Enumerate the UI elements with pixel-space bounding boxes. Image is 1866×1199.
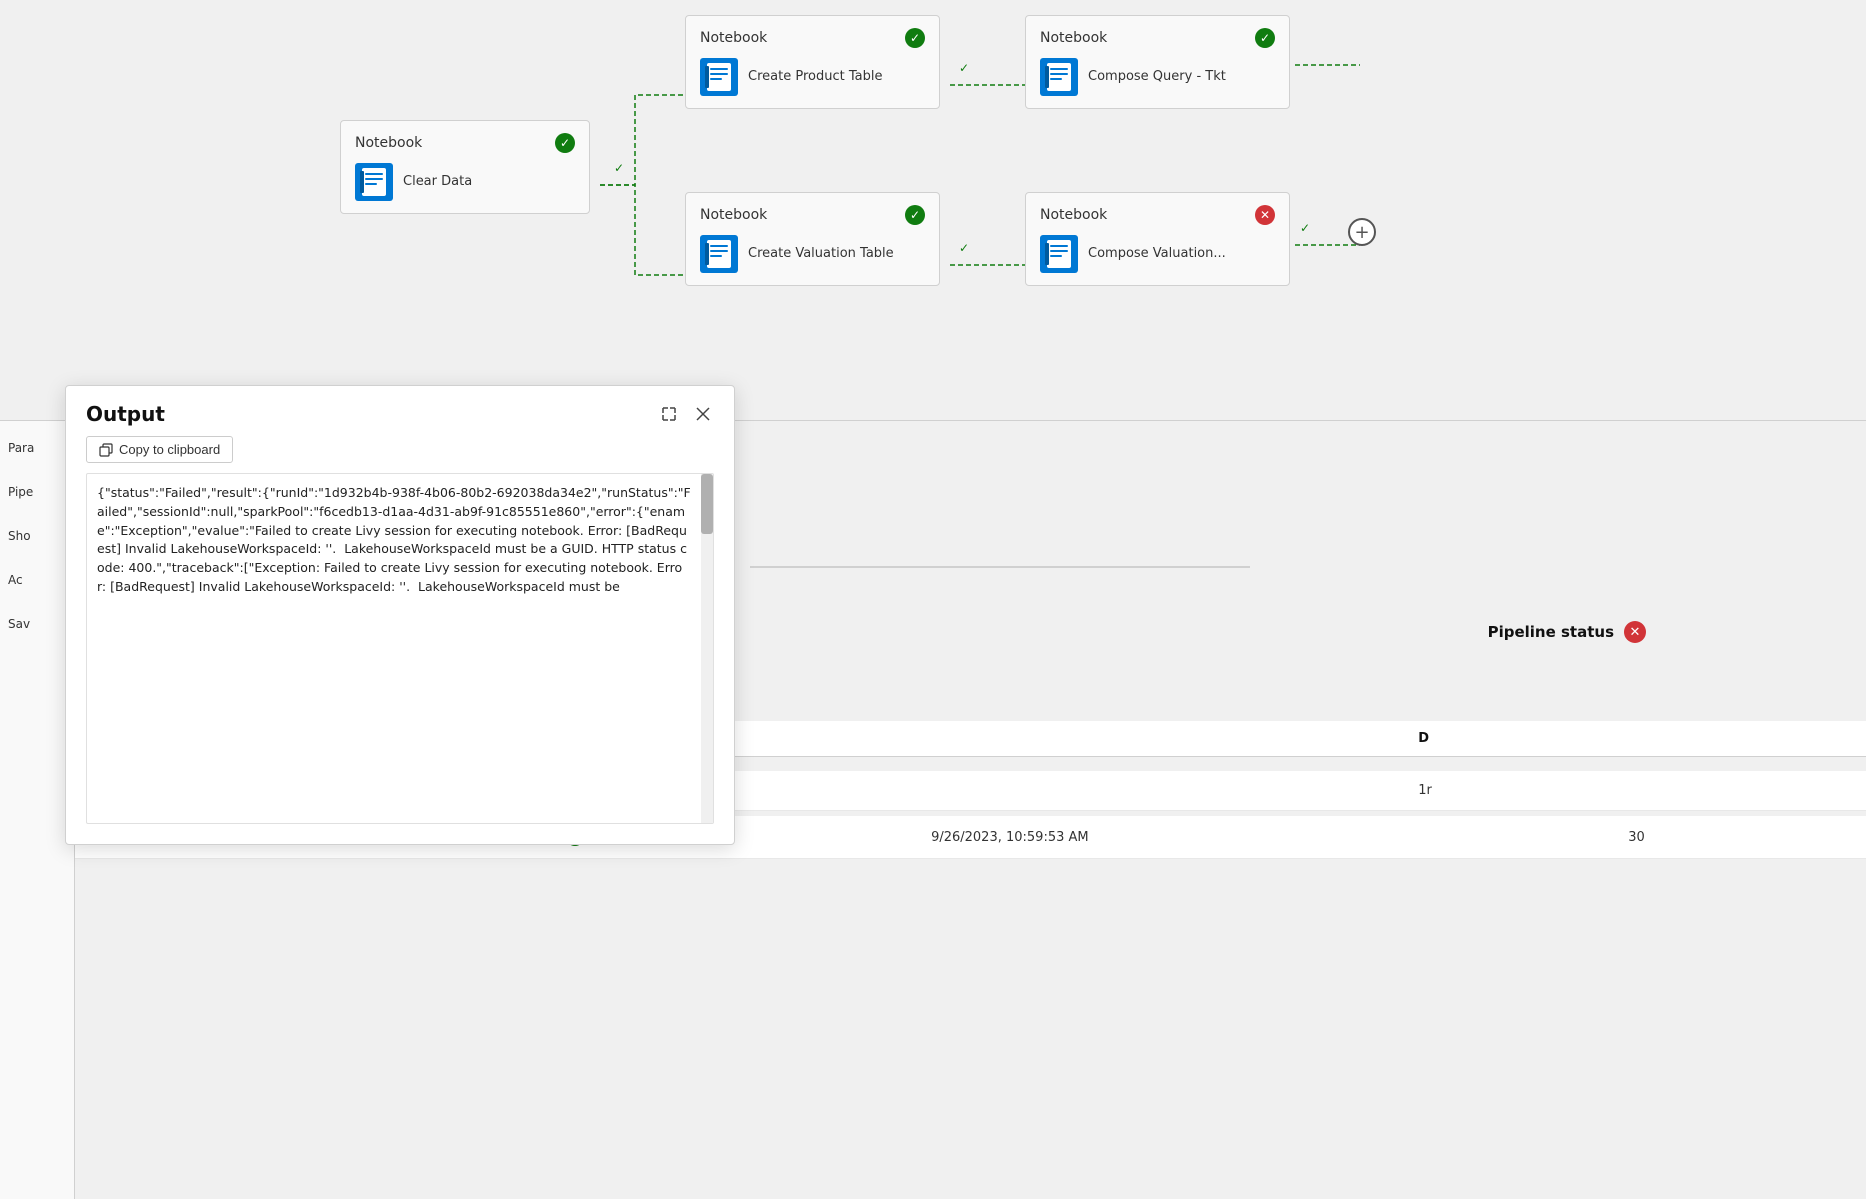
sidebar-pipe: Pipe [8,485,66,499]
copy-to-clipboard-button[interactable]: Copy to clipboard [86,436,233,463]
node-create-product-status: ✓ [905,28,925,48]
pipeline-status-label: Pipeline status [1488,623,1614,641]
node-create-valuation-title: Notebook [700,207,767,223]
cell-run-start-2: 9/26/2023, 10:59:53 AM [915,830,1612,845]
node-compose-query-title: Notebook [1040,30,1107,46]
add-node-button[interactable]: + [1348,218,1376,246]
sidebar-sav: Sav [8,617,66,631]
sidebar-sho: Sho [8,529,66,543]
node-clear-data-label: Clear Data [403,174,472,191]
notebook-icon-compose-query [1040,58,1078,96]
svg-text:✓: ✓ [959,61,969,75]
node-compose-valuation-label: Compose Valuation... [1088,246,1226,263]
node-compose-query-label: Compose Query - Tkt [1088,69,1226,86]
pipeline-canvas: ✓ ✓ ✓ ✓ Notebook ✓ Clear Data Notebo [0,0,1866,420]
notebook-icon-clear [355,163,393,201]
pipeline-status-icon: ✕ [1624,621,1646,643]
node-clear-data-title: Notebook [355,135,422,151]
output-scrollbar-thumb[interactable] [701,474,713,534]
h-divider-1 [750,566,1250,568]
output-text: {"status":"Failed","result":{"runId":"1d… [87,474,701,823]
output-modal-header: Output [66,386,734,436]
node-clear-data[interactable]: Notebook ✓ Clear Data [340,120,590,214]
node-create-valuation[interactable]: Notebook ✓ Create Valuation Table [685,192,940,286]
cell-d-2: 30 [1612,830,1866,845]
node-create-product-title: Notebook [700,30,767,46]
col-d: D [1402,731,1866,746]
node-compose-valuation[interactable]: Notebook ✕ Compose Valuation... [1025,192,1290,286]
output-modal-title: Output [86,402,165,426]
notebook-icon-valuation [700,235,738,273]
notebook-icon-compose-valuation [1040,235,1078,273]
svg-text:✓: ✓ [614,161,624,175]
svg-text:✓: ✓ [1300,221,1310,235]
node-compose-query-status: ✓ [1255,28,1275,48]
output-modal: Output Copy to clipboard {"status":"Fail… [65,385,735,845]
close-button[interactable] [692,403,714,425]
node-create-valuation-status: ✓ [905,205,925,225]
sidebar-para: Para [8,441,66,455]
pipeline-status-section: Pipeline status ✕ [1488,621,1646,643]
node-compose-valuation-title: Notebook [1040,207,1107,223]
node-clear-data-status: ✓ [555,133,575,153]
sidebar-ac: Ac [8,573,66,587]
node-create-valuation-label: Create Valuation Table [748,246,894,263]
left-sidebar: Para Pipe Sho Ac Sav [0,421,75,1199]
expand-button[interactable] [658,403,680,425]
svg-text:✓: ✓ [959,241,969,255]
output-header-icons [658,403,714,425]
node-compose-valuation-status: ✕ [1255,205,1275,225]
cell-d-1: 1r [1402,783,1866,798]
node-create-product-label: Create Product Table [748,69,882,86]
notebook-icon-product [700,58,738,96]
output-content[interactable]: {"status":"Failed","result":{"runId":"1d… [86,473,714,824]
copy-icon [99,443,113,457]
copy-label: Copy to clipboard [119,442,220,457]
output-scrollbar[interactable] [701,474,713,823]
node-create-product[interactable]: Notebook ✓ Create Product Table [685,15,940,109]
node-compose-query[interactable]: Notebook ✓ Compose Query - Tkt [1025,15,1290,109]
